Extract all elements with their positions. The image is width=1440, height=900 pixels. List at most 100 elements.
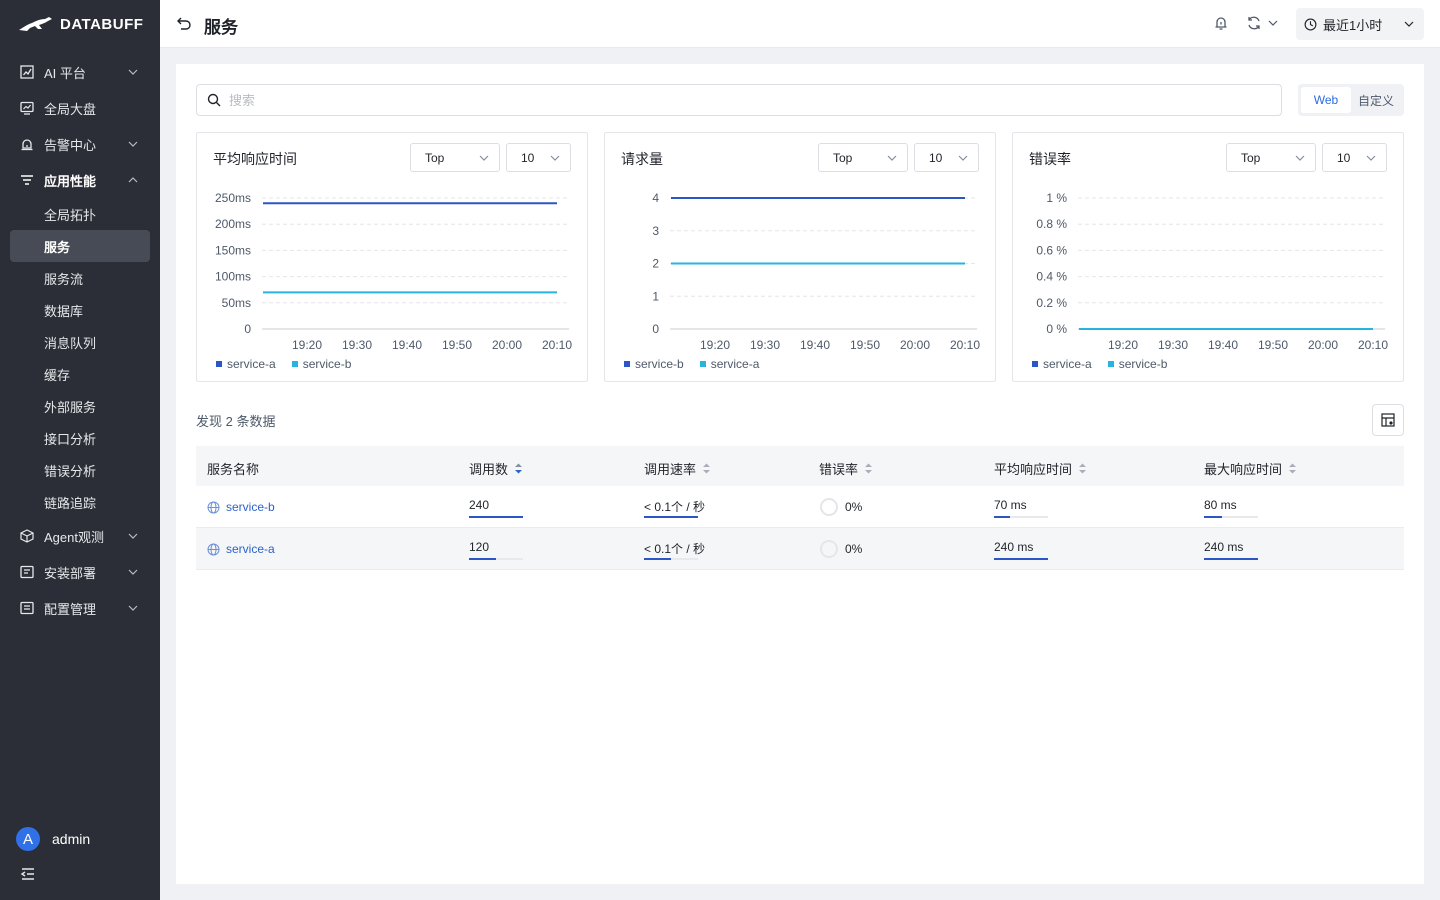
y-tick-label: 100ms: [215, 270, 251, 284]
service-name: service-a: [226, 542, 275, 556]
call-rate-value: < 0.1个 / 秒: [644, 500, 706, 514]
brand-logo[interactable]: DATABUFF: [18, 14, 143, 34]
sort-icon[interactable]: [1288, 462, 1297, 475]
table-row[interactable]: service-a 120 < 0.1个 / 秒 0% 240 ms 240 m…: [196, 528, 1404, 570]
legend-item[interactable]: service-a: [699, 357, 759, 371]
cube-icon: [20, 529, 34, 543]
config-icon: [20, 601, 34, 615]
col-header-error-rate[interactable]: 错误率: [819, 459, 873, 478]
legend-item[interactable]: service-b: [624, 357, 684, 371]
username: admin: [52, 831, 91, 847]
topn-select[interactable]: Top: [410, 143, 500, 172]
call-rate-bar: [644, 516, 698, 518]
col-header-max-response[interactable]: 最大响应时间: [1204, 459, 1297, 478]
avatar: A: [16, 827, 40, 851]
globe-icon: [207, 543, 220, 555]
error-ring-icon: [820, 498, 838, 516]
x-tick-label: 20:10: [950, 338, 980, 352]
service-link[interactable]: service-b: [207, 500, 275, 514]
chart-legend: service-a service-b: [1032, 357, 1167, 371]
call-rate-value: < 0.1个 / 秒: [644, 542, 706, 556]
sub-item-services[interactable]: 服务: [10, 230, 150, 262]
select-value: 10: [521, 150, 535, 165]
x-tick-label: 20:00: [900, 338, 930, 352]
avg-response-value: 240 ms: [994, 540, 1034, 554]
bar-fill: [1204, 558, 1258, 560]
nav-label: AI 平台: [44, 65, 86, 81]
sub-item-cache[interactable]: 缓存: [10, 358, 150, 390]
user-profile[interactable]: A admin: [16, 827, 90, 851]
nav-item-global-dashboard[interactable]: 全局大盘: [0, 90, 160, 126]
table-row[interactable]: service-b 240 < 0.1个 / 秒 0% 70 ms 80 ms: [196, 486, 1404, 528]
dashboard-icon: [20, 101, 34, 115]
topn-select[interactable]: Top: [1226, 143, 1316, 172]
service-link[interactable]: service-a: [207, 542, 275, 556]
back-icon[interactable]: [176, 16, 192, 32]
legend-item[interactable]: service-b: [291, 357, 351, 371]
notification-bell-icon[interactable]: [1213, 15, 1229, 31]
top-bar: 服务 最近1小时: [160, 0, 1440, 48]
error-rate-value: 0%: [845, 500, 863, 514]
sub-item-global-topology[interactable]: 全局拓扑: [10, 198, 150, 230]
chart-title: 平均响应时间: [213, 151, 297, 167]
sort-icon[interactable]: [864, 462, 873, 475]
sub-item-database[interactable]: 数据库: [10, 294, 150, 326]
sort-desc-icon[interactable]: [514, 462, 523, 475]
legend-label: service-a: [227, 357, 276, 371]
segment-web[interactable]: Web: [1301, 87, 1351, 113]
column-settings-button[interactable]: [1372, 404, 1404, 436]
nav-item-ai-platform[interactable]: AI 平台: [0, 54, 160, 90]
time-range-select[interactable]: 最近1小时: [1296, 8, 1424, 40]
legend-item[interactable]: service-b: [1107, 357, 1167, 371]
x-tick-label: 19:50: [1258, 338, 1288, 352]
nav-label: 应用性能: [44, 173, 97, 189]
list-icon: [21, 175, 33, 185]
sort-icon[interactable]: [1078, 462, 1087, 475]
y-tick-label: 0: [652, 322, 659, 336]
nav-item-app-performance[interactable]: 应用性能: [0, 162, 160, 198]
chart-legend: service-b service-a: [624, 357, 759, 371]
sub-item-service-flow[interactable]: 服务流: [10, 262, 150, 294]
legend-label: service-b: [635, 357, 684, 371]
y-tick-label: 0.6 %: [1036, 243, 1067, 257]
sub-item-external-services[interactable]: 外部服务: [10, 390, 150, 422]
col-header-service-name: 服务名称: [207, 459, 259, 478]
count-select[interactable]: 10: [506, 143, 571, 172]
legend-item[interactable]: service-a: [216, 357, 276, 371]
x-tick-label: 19:30: [750, 338, 780, 352]
topn-select[interactable]: Top: [818, 143, 908, 172]
search-icon: [207, 93, 221, 107]
max-response-bar: [1204, 516, 1258, 518]
services-table: 服务名称 调用数 调用速率 错误率 平均响应时间 最大响应时间 service-…: [196, 446, 1404, 570]
col-label: 服务名称: [207, 462, 260, 477]
x-tick-label: 19:20: [1108, 338, 1138, 352]
count-select[interactable]: 10: [1322, 143, 1387, 172]
chevron-down-icon: [1404, 21, 1414, 27]
sub-item-api-analysis[interactable]: 接口分析: [10, 422, 150, 454]
x-tick-label: 19:20: [700, 338, 730, 352]
search-input[interactable]: [229, 92, 1129, 108]
col-header-avg-response[interactable]: 平均响应时间: [994, 459, 1087, 478]
nav-item-alarm-center[interactable]: 告警中心: [0, 126, 160, 162]
count-select[interactable]: 10: [914, 143, 979, 172]
refresh-control[interactable]: [1246, 15, 1278, 31]
main-nav: AI 平台 全局大盘 告警中心 应用性能 全局拓扑 服务 服务流 数据库 消息队…: [0, 54, 160, 626]
sort-icon[interactable]: [702, 462, 711, 475]
col-header-call-rate[interactable]: 调用速率: [644, 459, 711, 478]
sub-item-message-queue[interactable]: 消息队列: [10, 326, 150, 358]
sub-item-trace[interactable]: 链路追踪: [10, 486, 150, 518]
avg-response-bar: [994, 558, 1048, 560]
col-header-calls[interactable]: 调用数: [469, 459, 523, 478]
chevron-down-icon: [128, 533, 138, 539]
nav-item-agent-observe[interactable]: Agent观测: [0, 518, 160, 554]
collapse-sidebar-icon[interactable]: [20, 866, 36, 882]
segment-custom[interactable]: 自定义: [1351, 87, 1401, 113]
search-box[interactable]: [196, 84, 1282, 116]
legend-item[interactable]: service-a: [1032, 357, 1092, 371]
y-tick-label: 200ms: [215, 217, 251, 231]
nav-item-config-management[interactable]: 配置管理: [0, 590, 160, 626]
nav-item-install-deploy[interactable]: 安装部署: [0, 554, 160, 590]
nav-label: Agent观测: [44, 529, 104, 545]
sub-item-error-analysis[interactable]: 错误分析: [10, 454, 150, 486]
select-value: Top: [425, 150, 445, 165]
